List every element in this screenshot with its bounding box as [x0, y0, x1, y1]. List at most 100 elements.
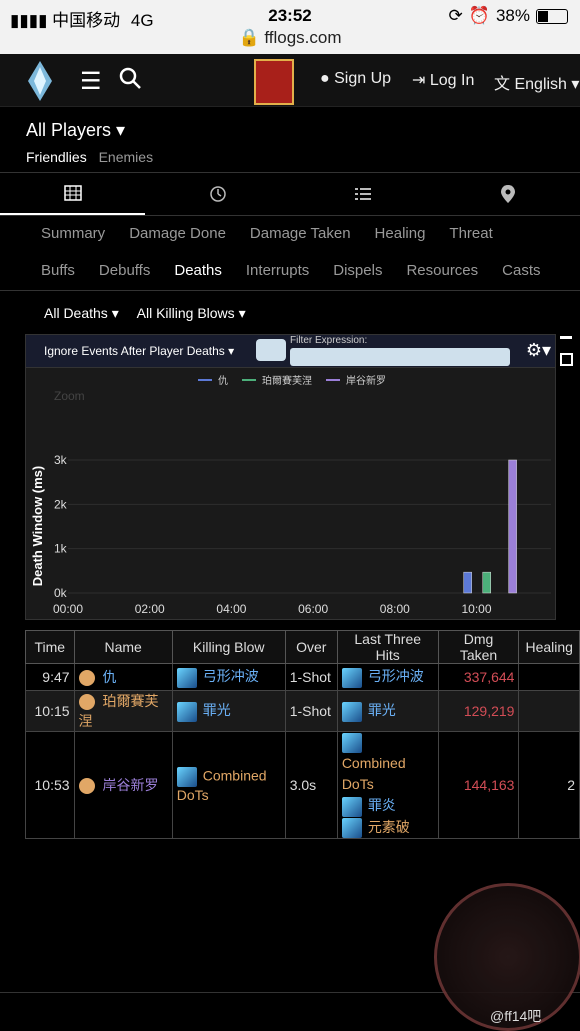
tab-enemies[interactable]: Enemies: [99, 149, 153, 165]
killing-blows-dropdown[interactable]: All Killing Blows ▾: [137, 305, 246, 321]
legend-label: 珀爾賽芙涅: [262, 374, 312, 387]
language-select[interactable]: 文 English ▾: [494, 70, 579, 94]
ability-cell[interactable]: 罪光: [336, 690, 439, 732]
col-name[interactable]: Name: [73, 630, 173, 664]
filter-expression-input[interactable]: [290, 348, 510, 366]
top-navbar: ☰ ● Sign Up ⇥ Log In 文 English ▾: [0, 54, 580, 107]
tab-damage-taken[interactable]: Damage Taken: [238, 225, 363, 242]
battery-percent: 38%: [495, 6, 530, 25]
x-tick-label: 10:00: [462, 602, 492, 616]
tab-buffs[interactable]: Buffs: [29, 262, 87, 279]
status-bar: ▮▮▮▮ 中国移动 4G 23:52 ⟳ ⏰ 38% 🔒 fflogs.com: [0, 0, 580, 54]
caret-down-icon: ▾: [571, 76, 580, 93]
y-axis-label: Death Window (ms): [30, 466, 45, 587]
tab-casts[interactable]: Casts: [490, 262, 552, 279]
caret-down-icon: ▾: [116, 120, 126, 140]
orientation-lock-icon: ⟳: [448, 6, 463, 25]
death-bar: [463, 571, 472, 594]
ability-icon: [341, 796, 362, 817]
tab-dispels[interactable]: Dispels: [321, 262, 394, 279]
y-tick-label: 0k: [54, 586, 68, 600]
login-icon: ⇥: [412, 72, 426, 89]
tab-healing[interactable]: Healing: [363, 225, 438, 242]
hamburger-menu-icon[interactable]: ☰: [80, 67, 102, 96]
alarm-icon: ⏰: [468, 6, 490, 25]
player-filter-dropdown[interactable]: All Players ▾: [26, 120, 125, 141]
deaths-table: Time Name Killing Blow Over Last Three H…: [25, 630, 580, 839]
hit-entry: 罪炎: [341, 795, 434, 817]
list-icon: [354, 188, 371, 200]
col-dmg-taken[interactable]: Dmg Taken: [437, 630, 520, 664]
tab-threat[interactable]: Threat: [437, 225, 504, 242]
tab-interrupts[interactable]: Interrupts: [234, 262, 321, 279]
gear-icon[interactable]: ⚙▾: [526, 340, 551, 361]
ignore-events-dropdown[interactable]: Ignore Events After Player Deaths ▾: [44, 344, 234, 358]
table-row[interactable]: 10:15 珀爾賽芙涅 罪光 1-Shot 罪光 129,219: [25, 690, 580, 732]
translate-icon: 文: [494, 76, 511, 93]
legend-label: 仇: [218, 374, 228, 387]
tab-friendlies[interactable]: Friendlies: [26, 149, 87, 165]
location-icon: [500, 185, 515, 203]
y-tick-label: 3k: [54, 453, 68, 467]
caret-down-icon: ▾: [111, 305, 119, 321]
death-chart-panel: Ignore Events After Player Deaths ▾ Filt…: [25, 334, 556, 620]
x-tick-label: 06:00: [298, 602, 328, 616]
search-icon[interactable]: [118, 66, 142, 90]
report-tabs-row2: Buffs Debuffs Deaths Interrupts Dispels …: [29, 262, 580, 279]
battery-icon: [536, 8, 568, 24]
player-name[interactable]: 珀爾賽芙涅: [73, 690, 173, 732]
class-icon: [78, 778, 95, 795]
login-link[interactable]: ⇥ Log In: [412, 70, 474, 90]
chart-toolbar: Ignore Events After Player Deaths ▾ Filt…: [26, 335, 555, 368]
ability-icon: [176, 701, 197, 722]
player-name[interactable]: 仇: [73, 663, 173, 691]
deaths-filter-dropdown[interactable]: All Deaths ▾: [44, 305, 123, 321]
death-window-chart: 仇 珀爾賽芙涅 岸谷新罗 Zoom Death Window (ms) 0k 1k 2k 3k 0…: [30, 374, 551, 616]
guild-crest-icon[interactable]: [254, 59, 294, 105]
report-tabs-row1: Summary Damage Done Damage Taken Healing…: [29, 225, 580, 242]
url-bar[interactable]: 🔒 fflogs.com: [0, 28, 580, 48]
collapse-icon[interactable]: [560, 336, 572, 339]
signup-link[interactable]: ● Sign Up: [320, 70, 391, 88]
col-last-hits[interactable]: Last Three Hits: [336, 630, 439, 664]
ability-cell[interactable]: Combined DoTs 罪炎 元素破: [336, 731, 439, 839]
col-time[interactable]: Time: [25, 630, 75, 664]
death-bar: [482, 571, 491, 594]
events-view-tab[interactable]: [290, 173, 435, 215]
ability-icon: [176, 767, 197, 787]
hit-entry: 元素破: [341, 817, 434, 838]
ability-cell[interactable]: 弓形冲波: [336, 663, 439, 691]
x-tick-label: 02:00: [135, 602, 165, 616]
view-mode-tabs: [0, 172, 580, 216]
zoom-label: Zoom: [54, 389, 85, 403]
friendly-enemy-tabs: Friendlies Enemies: [26, 149, 153, 165]
ability-icon: [341, 701, 362, 722]
hit-entry: [341, 732, 434, 754]
col-killing-blow[interactable]: Killing Blow: [171, 630, 286, 664]
ability-cell[interactable]: 罪光: [171, 690, 286, 732]
tab-damage-done[interactable]: Damage Done: [117, 225, 238, 242]
tab-deaths[interactable]: Deaths: [162, 262, 234, 279]
col-healing[interactable]: Healing: [518, 630, 580, 664]
table-view-tab[interactable]: [0, 173, 145, 215]
tab-summary[interactable]: Summary: [29, 225, 117, 242]
table-row[interactable]: 9:47 仇 弓形冲波 1-Shot 弓形冲波 337,644: [25, 663, 580, 691]
table-row[interactable]: 10:53 岸谷新罗 Combined DoTs 3.0s Combined D…: [25, 731, 580, 839]
expand-icon[interactable]: [560, 353, 573, 366]
filter-toggle[interactable]: [256, 339, 286, 361]
tab-resources[interactable]: Resources: [394, 262, 490, 279]
filter-expression-label: Filter Expression:: [290, 335, 368, 346]
x-tick-label: 00:00: [53, 602, 83, 616]
tab-debuffs[interactable]: Debuffs: [87, 262, 162, 279]
legend-label: 岸谷新罗: [346, 374, 386, 387]
timeline-view-tab[interactable]: [145, 173, 290, 215]
x-tick-label: 08:00: [380, 602, 410, 616]
player-name[interactable]: 岸谷新罗: [73, 731, 173, 839]
ability-cell[interactable]: Combined DoTs: [171, 731, 286, 839]
fflogs-logo-icon[interactable]: [28, 61, 52, 101]
ability-cell[interactable]: 弓形冲波: [171, 663, 286, 691]
status-right: ⟳ ⏰ 38%: [449, 6, 568, 26]
replay-view-tab[interactable]: [435, 173, 580, 215]
caret-down-icon: ▾: [238, 305, 246, 321]
col-over[interactable]: Over: [284, 630, 338, 664]
